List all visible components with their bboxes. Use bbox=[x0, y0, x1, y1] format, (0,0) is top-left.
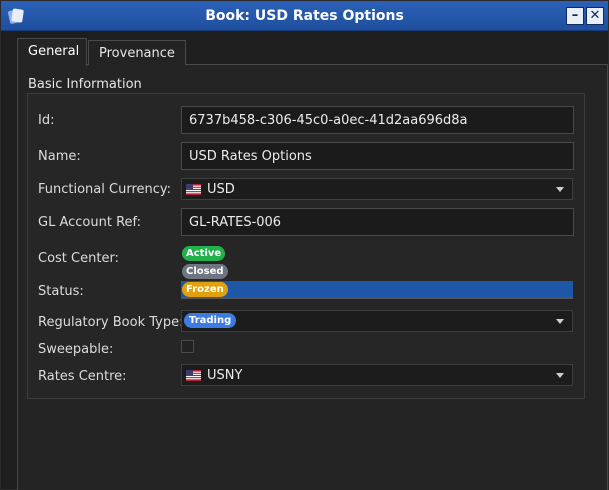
rates-centre-label: Rates Centre: bbox=[38, 369, 127, 384]
status-label: Status: bbox=[38, 284, 84, 299]
dialog-window: Book: USD Rates Options – ✕ General Prov… bbox=[0, 0, 609, 490]
us-flag-icon bbox=[186, 184, 201, 195]
gl-account-ref-field[interactable]: GL-RATES-006 bbox=[181, 208, 574, 236]
status-option-active[interactable]: Active bbox=[182, 246, 226, 261]
minimize-button[interactable]: – bbox=[566, 7, 584, 25]
sweepable-checkbox[interactable] bbox=[181, 340, 194, 353]
name-field[interactable]: USD Rates Options bbox=[181, 142, 574, 170]
regulatory-book-type-select[interactable] bbox=[181, 310, 573, 332]
window-title: Book: USD Rates Options bbox=[205, 8, 404, 24]
functional-currency-value: USD bbox=[207, 182, 235, 197]
id-field[interactable]: 6737b458-c306-45c0-a0ec-41d2aa696d8a bbox=[181, 106, 574, 134]
regulatory-book-type-badge: Trading bbox=[184, 313, 237, 328]
tab-provenance[interactable]: Provenance bbox=[88, 40, 186, 65]
id-label: Id: bbox=[38, 113, 55, 128]
close-button[interactable]: ✕ bbox=[586, 7, 604, 25]
tab-general[interactable]: General bbox=[17, 38, 87, 66]
title-bar[interactable]: Book: USD Rates Options – ✕ bbox=[1, 1, 608, 31]
chevron-down-icon bbox=[556, 187, 564, 192]
status-option-closed[interactable]: Closed bbox=[182, 264, 228, 279]
cost-center-label: Cost Center: bbox=[38, 251, 119, 266]
status-option-frozen[interactable]: Frozen bbox=[182, 282, 228, 297]
regulatory-book-type-label: Regulatory Book Type: bbox=[38, 315, 184, 330]
chevron-down-icon bbox=[556, 319, 564, 324]
group-title: Basic Information bbox=[28, 77, 142, 92]
sweepable-label: Sweepable: bbox=[38, 342, 114, 357]
name-label: Name: bbox=[38, 149, 81, 164]
status-select[interactable] bbox=[181, 281, 573, 299]
functional-currency-select[interactable]: USD bbox=[181, 178, 573, 200]
gl-account-ref-label: GL Account Ref: bbox=[38, 215, 142, 230]
us-flag-icon bbox=[186, 370, 201, 381]
rates-centre-select[interactable]: USNY bbox=[181, 364, 573, 386]
rates-centre-value: USNY bbox=[207, 368, 243, 383]
functional-currency-label: Functional Currency: bbox=[38, 182, 172, 197]
chevron-down-icon bbox=[556, 373, 564, 378]
